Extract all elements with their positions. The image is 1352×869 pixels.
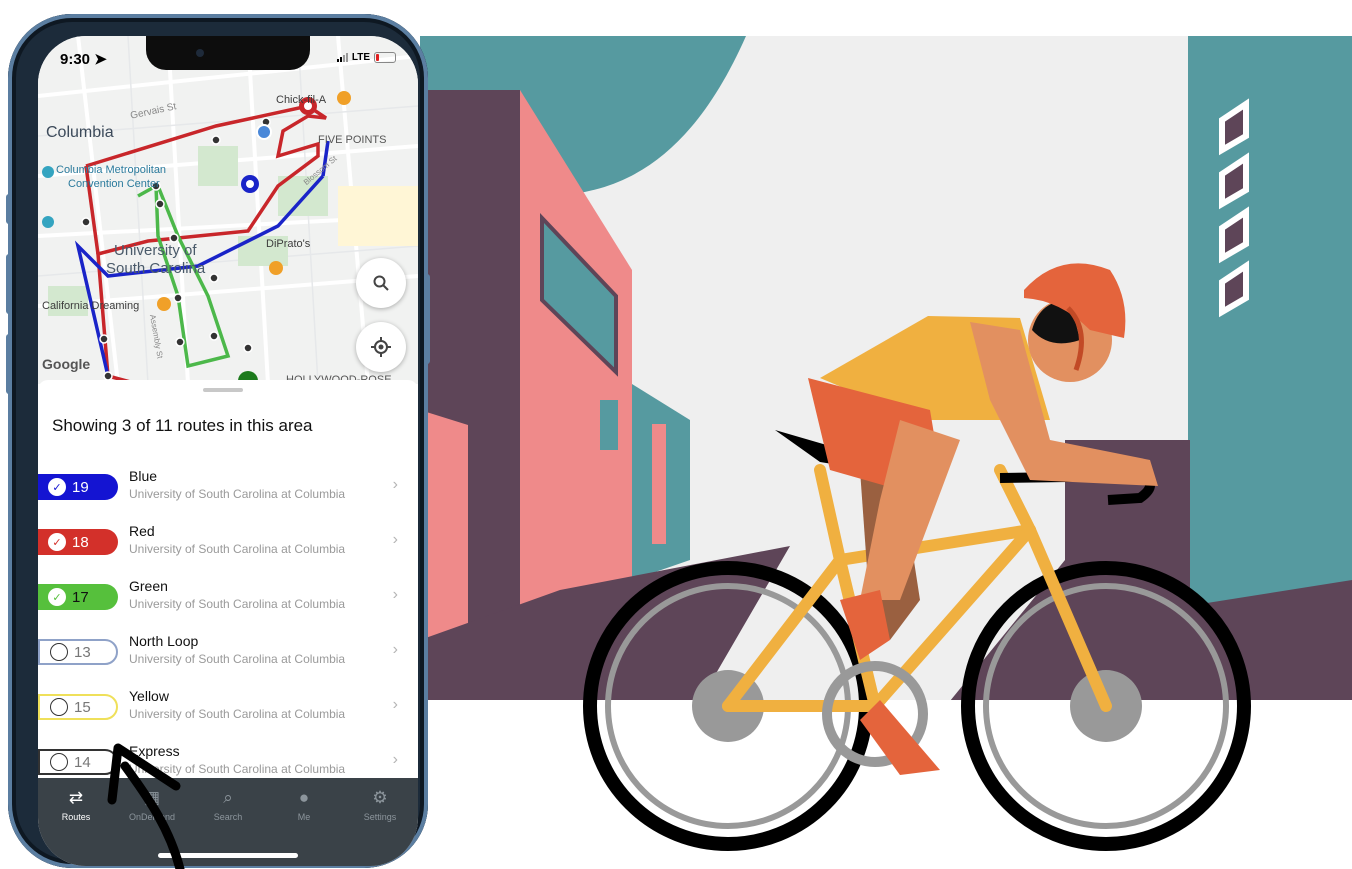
notch (146, 36, 310, 70)
camera (196, 49, 204, 57)
network-label: LTE (351, 52, 370, 63)
signal-icon (336, 53, 348, 62)
arrow-annotation (107, 743, 185, 869)
status-indicators: LTE (336, 52, 396, 63)
status-time: 9:30 ➤ (60, 51, 107, 68)
battery-icon (374, 52, 396, 63)
location-arrow-icon: ➤ (94, 51, 107, 68)
